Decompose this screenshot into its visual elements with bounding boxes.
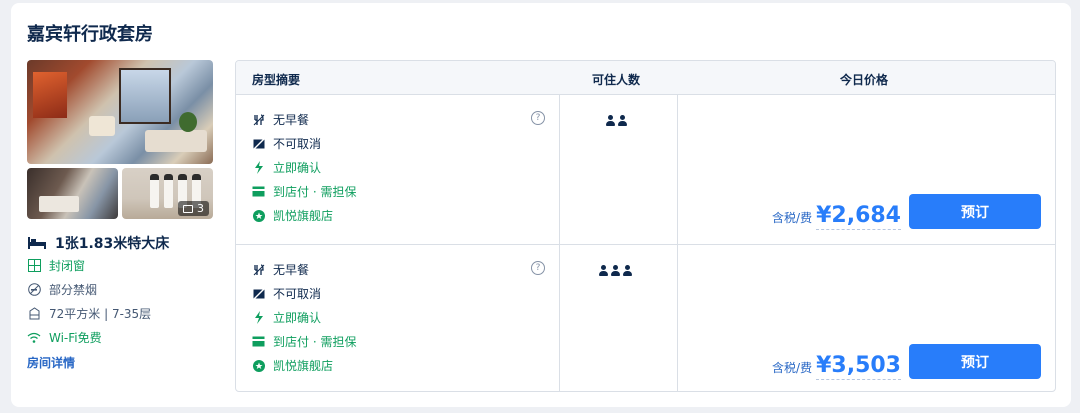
image-icon — [183, 204, 193, 213]
room-photo-bedroom[interactable] — [27, 168, 118, 219]
bed-info: 1张1.83米特大床 — [27, 233, 169, 253]
guest-count-3 — [599, 265, 632, 276]
feature-label: 72平方米 | 7-35层 — [49, 307, 152, 321]
perk-cancel: 不可取消 — [252, 135, 321, 152]
card-icon — [252, 335, 265, 348]
help-icon[interactable]: ? — [531, 111, 545, 125]
person-icon — [623, 265, 632, 276]
perk-payment: 到店付 · 需担保 — [252, 333, 356, 350]
feature-label: Wi-Fi免费 — [49, 331, 102, 345]
header-price: 今日价格 — [840, 73, 889, 87]
person-icon — [606, 115, 615, 126]
perk-store: 凯悦旗舰店 — [252, 207, 333, 224]
guest-count-2 — [606, 115, 627, 126]
no-cancel-icon — [252, 287, 265, 300]
area-icon — [27, 307, 41, 321]
room-details-link[interactable]: 房间详情 — [27, 354, 75, 371]
price-value[interactable]: ¥2,684 — [816, 203, 901, 230]
wifi-icon — [27, 331, 41, 345]
book-button[interactable]: 预订 — [909, 344, 1041, 379]
rate-table-header: 房型摘要 可住人数 今日价格 — [236, 61, 1055, 95]
price-block: 含税/费 ¥3,503 — [772, 353, 901, 380]
person-icon — [618, 115, 627, 126]
perk-label: 不可取消 — [273, 137, 322, 151]
header-summary: 房型摘要 — [252, 73, 301, 87]
no-cancel-icon — [252, 137, 265, 150]
price-block: 含税/费 ¥2,684 — [772, 203, 901, 230]
tax-label: 含税/费 — [772, 211, 813, 225]
lightning-icon — [252, 161, 265, 174]
perk-label: 到店付 · 需担保 — [273, 335, 357, 349]
window-icon — [27, 259, 41, 273]
bed-label: 1张1.83米特大床 — [55, 236, 170, 252]
no-smoking-icon — [27, 283, 41, 297]
no-breakfast-icon — [252, 113, 265, 126]
perk-label: 不可取消 — [273, 287, 322, 301]
perk-breakfast: 无早餐 — [252, 261, 309, 278]
book-button[interactable]: 预订 — [909, 194, 1041, 229]
perk-label: 无早餐 — [273, 263, 310, 277]
no-breakfast-icon — [252, 263, 265, 276]
price-value[interactable]: ¥3,503 — [816, 353, 901, 380]
help-icon[interactable]: ? — [531, 261, 545, 275]
feature-label: 封闭窗 — [49, 259, 86, 273]
perk-confirm: 立即确认 — [252, 159, 321, 176]
feature-label: 部分禁烟 — [49, 283, 98, 297]
star-badge-icon — [252, 209, 265, 222]
perk-label: 无早餐 — [273, 113, 310, 127]
feature-window: 封闭窗 — [27, 257, 85, 274]
photo-count-text: 3 — [197, 202, 204, 215]
perk-label: 到店付 · 需担保 — [273, 185, 357, 199]
room-title: 嘉宾轩行政套房 — [27, 24, 153, 45]
room-photo-main[interactable] — [27, 60, 213, 164]
tax-label: 含税/费 — [772, 361, 813, 375]
perk-cancel: 不可取消 — [252, 285, 321, 302]
perk-store: 凯悦旗舰店 — [252, 357, 333, 374]
card-icon — [252, 185, 265, 198]
perk-breakfast: 无早餐 — [252, 111, 309, 128]
rate-row: 无早餐 ? 不可取消 立即确认 到店付 · 需担保 凯悦旗舰店 — [236, 244, 1055, 391]
perk-label: 凯悦旗舰店 — [273, 209, 334, 223]
perk-confirm: 立即确认 — [252, 309, 321, 326]
photo-count-badge: 3 — [178, 201, 209, 216]
header-occupancy: 可住人数 — [592, 73, 641, 87]
feature-area: 72平方米 | 7-35层 — [27, 305, 151, 322]
lightning-icon — [252, 311, 265, 324]
perk-label: 立即确认 — [273, 311, 322, 325]
rate-row: 无早餐 ? 不可取消 立即确认 到店付 · 需担保 凯悦旗舰店 — [236, 95, 1055, 243]
room-card: 嘉宾轩行政套房 3 1张1.83米特大床 封闭窗 部分禁烟 72平方米 | 7-… — [11, 3, 1071, 407]
star-badge-icon — [252, 359, 265, 372]
room-photo-bathroom[interactable]: 3 — [122, 168, 213, 219]
perk-payment: 到店付 · 需担保 — [252, 183, 356, 200]
perk-label: 凯悦旗舰店 — [273, 359, 334, 373]
person-icon — [611, 265, 620, 276]
bed-icon — [28, 237, 46, 249]
rate-table: 房型摘要 可住人数 今日价格 无早餐 ? 不可取消 立即确认 到店付 · 需担保… — [235, 60, 1056, 392]
feature-smoking: 部分禁烟 — [27, 281, 97, 298]
feature-wifi: Wi-Fi免费 — [27, 329, 102, 346]
perk-label: 立即确认 — [273, 161, 322, 175]
person-icon — [599, 265, 608, 276]
